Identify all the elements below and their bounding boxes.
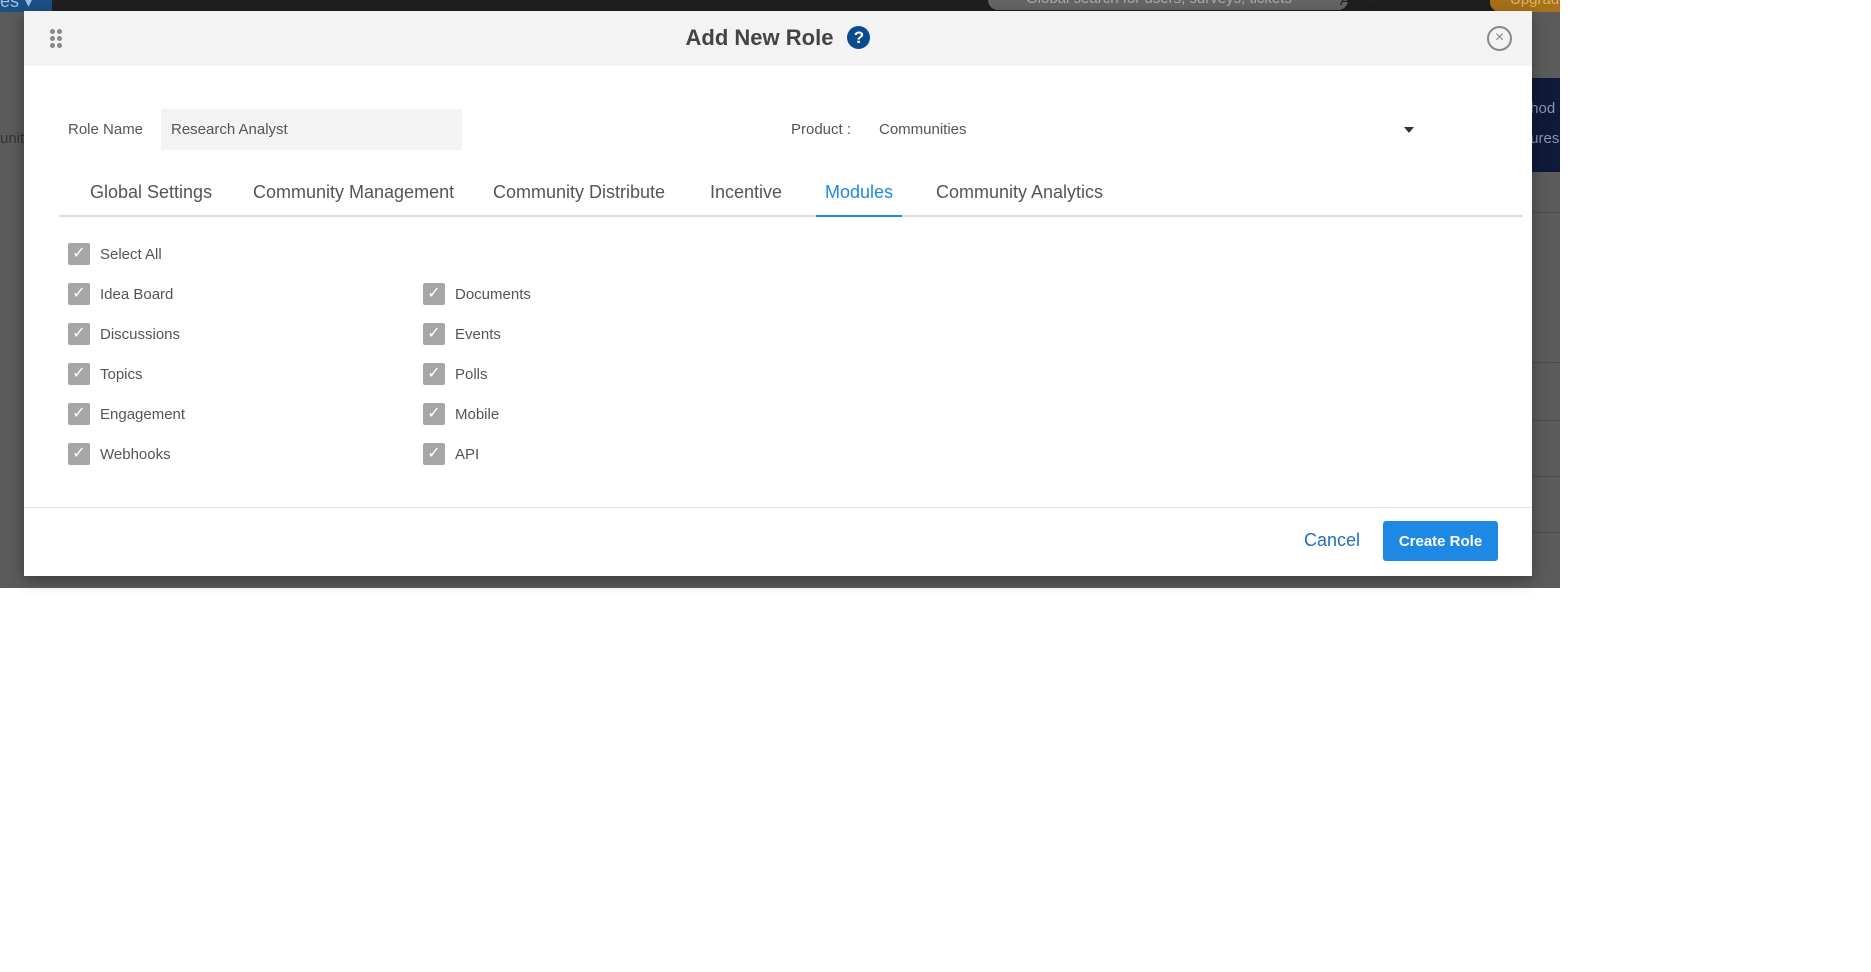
checkbox-label: Events <box>455 325 501 343</box>
side-text: tures <box>1532 130 1560 147</box>
left-text: unit <box>0 130 25 147</box>
product-label: Product : <box>791 121 852 138</box>
divider <box>1532 362 1560 363</box>
checkbox-checked-icon: ✓ <box>423 443 445 465</box>
divider <box>1532 420 1560 421</box>
divider <box>1532 212 1560 213</box>
divider <box>1532 532 1560 533</box>
dialog-header: Add New Role? × <box>24 11 1532 66</box>
side-panel: thod tures <box>1532 78 1560 172</box>
title-text: Add New Role <box>685 25 834 50</box>
checkbox-label: Idea Board <box>100 285 174 303</box>
cancel-button[interactable]: Cancel <box>1304 530 1360 551</box>
add-role-dialog: Add New Role? × Role Name Product : Comm… <box>24 11 1532 576</box>
module-checkbox-engagement[interactable]: ✓ Engagement <box>68 403 185 425</box>
checkbox-checked-icon: ✓ <box>68 243 90 265</box>
checkbox-checked-icon: ✓ <box>423 403 445 425</box>
user-menu: Admin <box>1340 0 1383 9</box>
help-icon[interactable]: ? <box>847 26 871 49</box>
tab-community-analytics[interactable]: Community Analytics <box>927 182 1112 217</box>
checkbox-label: Polls <box>455 365 488 383</box>
module-checkbox-webhooks[interactable]: ✓ Webhooks <box>68 443 171 465</box>
tab-community-management[interactable]: Community Management <box>244 182 463 217</box>
create-role-button[interactable]: Create Role <box>1383 521 1498 561</box>
checkbox-checked-icon: ✓ <box>68 443 90 465</box>
close-icon[interactable]: × <box>1487 26 1512 51</box>
checkbox-checked-icon: ✓ <box>68 283 90 305</box>
checkbox-label: Select All <box>100 245 162 263</box>
footer-divider <box>24 507 1532 508</box>
divider <box>1532 476 1560 477</box>
dialog-title: Add New Role? <box>24 25 1532 51</box>
tab-community-distribute[interactable]: Community Distribute <box>484 182 674 217</box>
checkbox-checked-icon: ✓ <box>423 323 445 345</box>
checkbox-checked-icon: ✓ <box>68 403 90 425</box>
checkbox-checked-icon: ✓ <box>423 363 445 385</box>
checkbox-label: Webhooks <box>100 445 171 463</box>
tab-modules[interactable]: Modules <box>816 182 903 217</box>
tab-bar: Global Settings Community Management Com… <box>59 182 1523 217</box>
module-checkbox-events[interactable]: ✓ Events <box>423 323 501 345</box>
tab-global-settings[interactable]: Global Settings <box>81 182 221 217</box>
checkbox-checked-icon: ✓ <box>68 323 90 345</box>
module-checkbox-mobile[interactable]: ✓ Mobile <box>423 403 499 425</box>
role-name-input[interactable] <box>161 109 462 150</box>
select-all-checkbox[interactable]: ✓ Select All <box>68 243 162 265</box>
product-select[interactable]: Communities <box>879 121 1419 145</box>
checkbox-label: Topics <box>100 365 143 383</box>
global-search: Global search for users, surveys, ticket… <box>988 0 1348 10</box>
module-checkbox-topics[interactable]: ✓ Topics <box>68 363 143 385</box>
role-name-label: Role Name <box>68 121 144 138</box>
tab-incentive[interactable]: Incentive <box>701 182 791 217</box>
module-checkbox-documents[interactable]: ✓ Documents <box>423 283 531 305</box>
module-checkbox-discussions[interactable]: ✓ Discussions <box>68 323 180 345</box>
checkbox-label: Discussions <box>100 325 181 343</box>
module-checkbox-idea-board[interactable]: ✓ Idea Board <box>68 283 173 305</box>
checkbox-label: Engagement <box>100 405 186 423</box>
module-checkbox-polls[interactable]: ✓ Polls <box>423 363 488 385</box>
side-text: thod <box>1532 100 1556 117</box>
checkbox-checked-icon: ✓ <box>68 363 90 385</box>
checkbox-checked-icon: ✓ <box>423 283 445 305</box>
checkbox-label: Mobile <box>455 405 500 423</box>
checkbox-label: Documents <box>455 285 531 303</box>
chevron-down-icon[interactable] <box>1404 127 1414 133</box>
module-checkbox-api[interactable]: ✓ API <box>423 443 479 465</box>
checkbox-label: API <box>455 445 480 463</box>
